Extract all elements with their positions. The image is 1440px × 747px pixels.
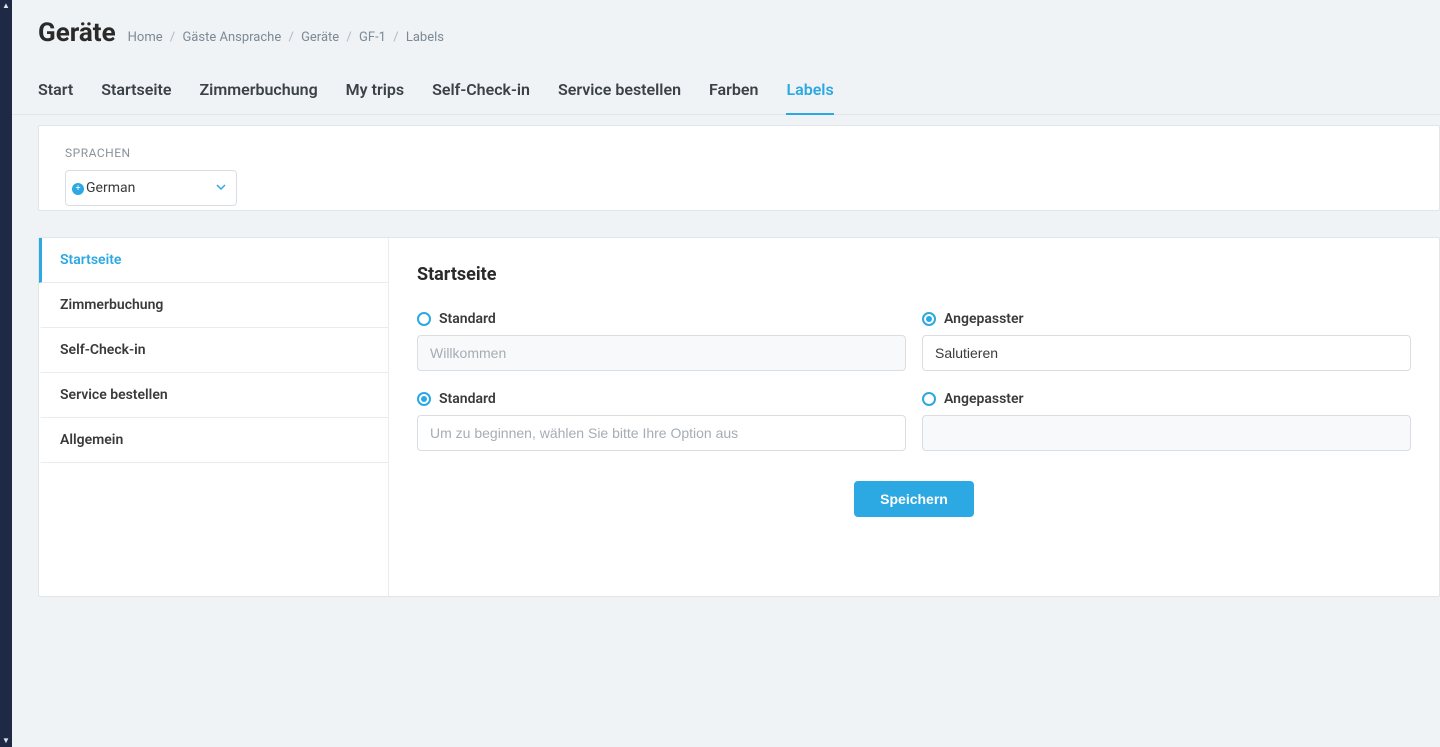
radio-standard-label: Standard	[439, 311, 496, 327]
language-selected-value: German	[86, 180, 206, 196]
radio-icon	[417, 392, 431, 406]
standard-text-input[interactable]	[417, 335, 906, 371]
breadcrumb-sep: /	[346, 30, 351, 45]
radio-custom[interactable]: Angepasster	[922, 391, 1411, 407]
breadcrumb-device-id[interactable]: GF-1	[359, 30, 386, 45]
custom-text-input[interactable]	[922, 415, 1411, 451]
breadcrumb: Home / Gäste Ansprache / Geräte / GF-1 /…	[128, 30, 444, 45]
radio-standard[interactable]: Standard	[417, 391, 906, 407]
labels-side-nav: StartseiteZimmerbuchungSelf-Check-inServ…	[39, 238, 389, 596]
language-section-label: SPRACHEN	[65, 146, 1413, 160]
chevron-down-icon	[216, 180, 226, 196]
tab-farben[interactable]: Farben	[709, 70, 758, 115]
label-row: Standard Angepasster	[417, 391, 1411, 451]
sidebar-item-startseite[interactable]: Startseite	[39, 238, 388, 283]
radio-standard-label: Standard	[439, 391, 496, 407]
rail-scroll-down[interactable]: ▼	[0, 735, 12, 747]
flag-add-badge-icon: +	[72, 183, 84, 195]
tab-zimmerbuchung[interactable]: Zimmerbuchung	[200, 70, 318, 115]
main-content: Geräte Home / Gäste Ansprache / Geräte /…	[12, 0, 1440, 747]
radio-icon	[922, 392, 936, 406]
tab-labels[interactable]: Labels	[786, 70, 833, 115]
tab-my-trips[interactable]: My trips	[346, 70, 404, 115]
sidebar-item-self-check-in[interactable]: Self-Check-in	[39, 328, 388, 373]
radio-custom[interactable]: Angepasster	[922, 311, 1411, 327]
sidebar-item-service-bestellen[interactable]: Service bestellen	[39, 373, 388, 418]
standard-text-input[interactable]	[417, 415, 906, 451]
breadcrumb-devices[interactable]: Geräte	[301, 30, 339, 45]
save-button[interactable]: Speichern	[854, 481, 974, 517]
form-section-title: Startseite	[417, 264, 1411, 285]
tab-service-bestellen[interactable]: Service bestellen	[558, 70, 681, 115]
sidebar-item-allgemein[interactable]: Allgemein	[39, 418, 388, 463]
app-left-rail: ▲ ▼	[0, 0, 12, 747]
labels-card: StartseiteZimmerbuchungSelf-Check-inServ…	[38, 237, 1440, 597]
page-header: Geräte Home / Gäste Ansprache / Geräte /…	[12, 0, 1440, 48]
labels-form-pane: Startseite Standard Angepasster Standard An…	[389, 238, 1439, 596]
radio-standard[interactable]: Standard	[417, 311, 906, 327]
radio-icon	[417, 312, 431, 326]
top-tabs: Start Startseite Zimmerbuchung My trips Self…	[12, 70, 1440, 115]
label-row: Standard Angepasster	[417, 311, 1411, 371]
rail-scroll-up[interactable]: ▲	[0, 0, 12, 12]
breadcrumb-sep: /	[170, 30, 175, 45]
breadcrumb-current: Labels	[406, 30, 444, 45]
tab-self-check-in[interactable]: Self-Check-in	[432, 70, 530, 115]
breadcrumb-guest-outreach[interactable]: Gäste Ansprache	[182, 30, 281, 45]
tab-start[interactable]: Start	[38, 70, 73, 115]
radio-custom-label: Angepasster	[944, 391, 1024, 407]
breadcrumb-home[interactable]: Home	[128, 30, 163, 45]
breadcrumb-sep: /	[288, 30, 293, 45]
radio-icon	[922, 312, 936, 326]
custom-text-input[interactable]	[922, 335, 1411, 371]
tab-startseite[interactable]: Startseite	[101, 70, 171, 115]
language-card: SPRACHEN + German	[38, 125, 1440, 211]
language-select[interactable]: + German	[65, 170, 237, 206]
page-title: Geräte	[38, 18, 116, 48]
radio-custom-label: Angepasster	[944, 311, 1024, 327]
sidebar-item-zimmerbuchung[interactable]: Zimmerbuchung	[39, 283, 388, 328]
breadcrumb-sep: /	[393, 30, 398, 45]
